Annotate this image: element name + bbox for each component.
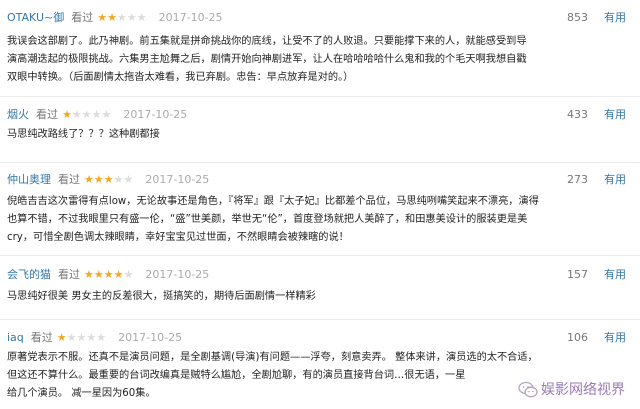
star-icon: ★ <box>96 331 107 344</box>
username-link[interactable]: OTAKU~御 <box>7 11 64 24</box>
comment-header: OTAKU~御 看过 ★★★★★ 2017-10-25 853 有用 <box>7 10 632 26</box>
star-icon: ★ <box>123 173 134 186</box>
comment-text: 倪皓吉吉这次雷得有点low，无论故事还是角色，『将军』跟『太子妃』比都差个品位，… <box>7 193 634 248</box>
vote-count: 853 <box>567 11 588 24</box>
vote-count: 157 <box>567 268 588 281</box>
star-icon: ★ <box>101 108 112 121</box>
watch-status: 看过 <box>58 268 80 281</box>
star-icon: ★ <box>113 268 124 281</box>
username-link[interactable]: 烟火 <box>7 108 29 121</box>
comment-line: 原著党表示不服。还真不是演员问题，是全剧基调(导演)有问题——浮夸，刻意卖弄。 … <box>7 352 538 363</box>
star-icon: ★ <box>113 173 124 186</box>
comment-text: 马思纯改路线了？？？这种剧都接 <box>7 126 634 144</box>
comment-line: 演高潮迭起的极限挑战。六集男主尬舞之后，剧情开始向神剧进军，让人在哈哈哈哈什么鬼… <box>7 54 527 66</box>
star-icon: ★ <box>116 11 127 24</box>
star-icon: ★ <box>93 268 104 281</box>
star-icon: ★ <box>86 331 97 344</box>
comment-card: 仲山奥理 看过 ★★★★★ 2017-10-25 273 有用 倪皓吉吉这次雷得有点l… <box>0 163 640 254</box>
star-icon: ★ <box>93 173 104 186</box>
vote-count: 433 <box>567 108 588 121</box>
watermark: 娱影网络视界 <box>518 380 625 400</box>
comment-time: 2017-10-25 <box>145 268 210 281</box>
comment-line: 马思纯改路线了？？？这种剧都接 <box>7 129 160 140</box>
rating-stars: ★★★★★ <box>84 173 133 186</box>
watch-status: 看过 <box>71 11 94 24</box>
vote-count: 273 <box>567 173 588 186</box>
watch-status: 看过 <box>58 173 80 186</box>
rating-stars: ★★★★★ <box>97 11 146 24</box>
rating-stars: ★★★★★ <box>84 268 133 281</box>
comment-header: 烟火 看过 ★★★★★ 2017-10-25 433 有用 <box>7 107 632 123</box>
watch-status: 看过 <box>36 108 58 121</box>
comment-line: 双眼中转换。（后面剧情太拖沓太难看，我已弃剧。忠告：早点放弃是对的。） <box>7 72 354 84</box>
useful-button[interactable]: 有用 <box>604 172 626 188</box>
vote-count: 106 <box>567 331 588 344</box>
comment-line: 也算不错，不过我眼里只有盛一伦，“盛”世美颜，举世无“伦”，首度登场就把人美醉了… <box>7 214 528 226</box>
star-icon: ★ <box>103 173 114 186</box>
star-icon: ★ <box>71 108 82 121</box>
comment-text: 我误会这部剧了。此乃神剧。前五集就是拼命挑战你的底线，让受不了的人败退。只要能撑… <box>7 33 634 88</box>
comment-header: iaq 看过 ★★★★★ 2017-10-25 106 有用 <box>7 330 632 346</box>
star-icon: ★ <box>66 331 77 344</box>
wechat-logo-icon <box>518 381 538 398</box>
star-icon: ★ <box>81 108 92 121</box>
comment-time: 2017-10-25 <box>123 108 188 121</box>
useful-button[interactable]: 有用 <box>604 267 626 283</box>
comment-card: 会飞的猫 看过 ★★★★★ 2017-10-25 157 有用 马思纯好很美 男女主的… <box>0 256 640 318</box>
comment-text: 马思纯好很美 男女主的反差很大，挺搞笑的，期待后面剧情一样精彩 <box>7 288 634 306</box>
useful-button[interactable]: 有用 <box>604 107 626 123</box>
star-icon: ★ <box>123 268 134 281</box>
comment-line: 倪皓吉吉这次雷得有点low，无论故事还是角色，『将军』跟『太子妃』比都差个品位，… <box>7 196 539 207</box>
comment-header: 仲山奥理 看过 ★★★★★ 2017-10-25 273 有用 <box>7 172 632 188</box>
star-icon: ★ <box>91 108 102 121</box>
rating-stars: ★★★★★ <box>62 108 111 121</box>
username-link[interactable]: iaq <box>7 331 24 344</box>
star-icon: ★ <box>126 11 137 24</box>
star-icon: ★ <box>56 331 67 344</box>
star-icon: ★ <box>76 331 87 344</box>
useful-button[interactable]: 有用 <box>604 330 626 346</box>
comment-card: 烟火 看过 ★★★★★ 2017-10-25 433 有用 马思纯改路线了？？？这种剧… <box>0 97 640 161</box>
rating-stars: ★★★★★ <box>57 331 106 344</box>
star-icon: ★ <box>103 268 114 281</box>
username-link[interactable]: 仲山奥理 <box>7 173 51 186</box>
star-icon: ★ <box>136 11 147 24</box>
username-link[interactable]: 会飞的猫 <box>7 268 51 281</box>
comment-header: 会飞的猫 看过 ★★★★★ 2017-10-25 157 有用 <box>7 267 632 283</box>
useful-button[interactable]: 有用 <box>604 10 626 26</box>
watch-status: 看过 <box>30 331 53 344</box>
watermark-text: 娱影网络视界 <box>541 382 625 398</box>
comment-card: OTAKU~御 看过 ★★★★★ 2017-10-25 853 有用 我误会这部剧了。… <box>0 0 640 90</box>
star-icon: ★ <box>84 173 94 186</box>
comment-line: cry，可惜全剧色调太辣眼睛，幸好宝宝见过世面，不然眼睛会被辣瞎的说！ <box>7 232 349 244</box>
comment-time: 2017-10-25 <box>118 331 183 344</box>
star-icon: ★ <box>62 108 72 121</box>
star-icon: ★ <box>107 11 117 24</box>
star-icon: ★ <box>97 11 108 24</box>
comment-time: 2017-10-25 <box>158 11 223 24</box>
comment-line: 马思纯好很美 男女主的反差很大，挺搞笑的，期待后面剧情一样精彩 <box>7 291 316 302</box>
star-icon: ★ <box>84 268 94 281</box>
comment-time: 2017-10-25 <box>145 173 210 186</box>
comment-line: 我误会这部剧了。此乃神剧。前五集就是拼命挑战你的底线，让受不了的人败退。只要能撑… <box>7 36 527 47</box>
